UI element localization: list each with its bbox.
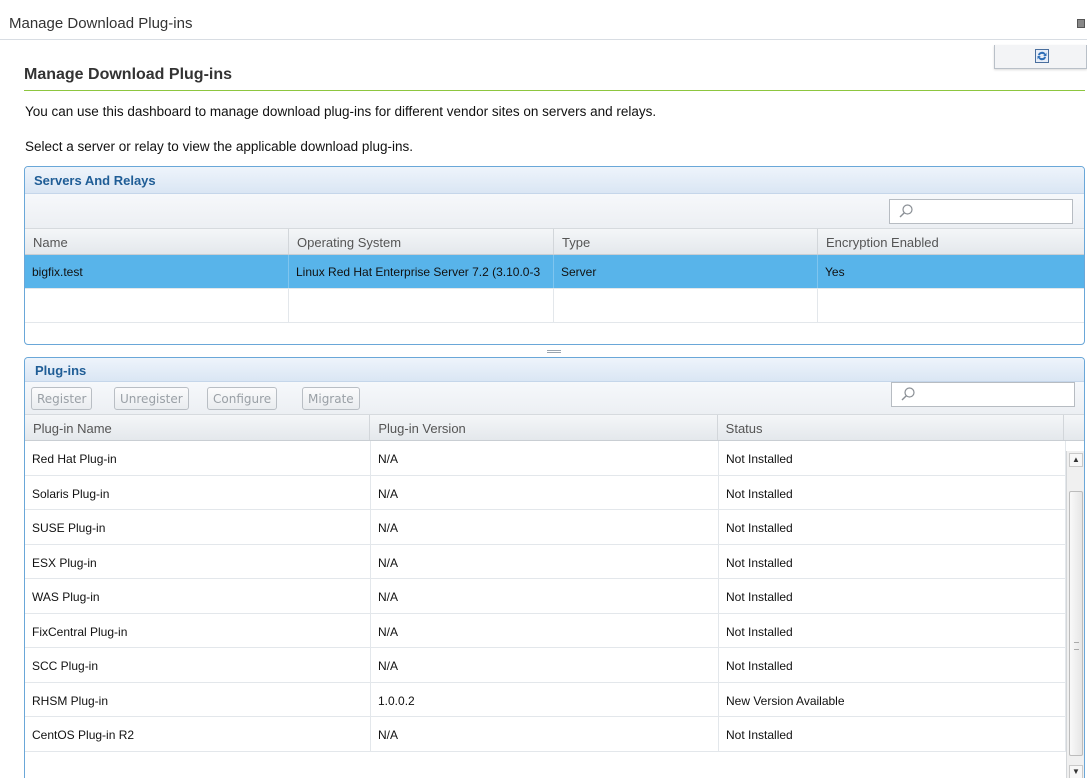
table-row[interactable]: CentOS Plug-in R2 N/A Not Installed <box>25 717 1084 752</box>
server-encryption-cell: Yes <box>825 265 845 279</box>
table-row[interactable]: SUSE Plug-in N/A Not Installed <box>25 510 1084 545</box>
splitter-grip-icon <box>547 350 561 353</box>
empty-cell <box>25 289 289 322</box>
plugin-name-cell: FixCentral Plug-in <box>25 613 371 647</box>
plugins-panel-title: Plug-ins <box>25 358 1084 382</box>
plugin-name-cell: Red Hat Plug-in <box>25 441 371 475</box>
plugin-status-cell: Not Installed <box>719 544 1066 578</box>
plugin-status-cell: Not Installed <box>719 613 1066 647</box>
column-header-operating-system[interactable]: Operating System <box>289 229 554 254</box>
plugin-version-cell: N/A <box>371 579 719 613</box>
search-icon <box>901 387 915 401</box>
window-title: Manage Download Plug-ins <box>9 15 193 32</box>
scrollbar-thumb[interactable] <box>1069 491 1083 756</box>
page-title: Manage Download Plug-ins <box>24 66 233 83</box>
plugin-name-cell: SCC Plug-in <box>25 648 371 682</box>
scroll-up-icon[interactable]: ▲ <box>1069 453 1083 467</box>
column-header-name[interactable]: Name <box>25 229 289 254</box>
plugin-name-cell: Solaris Plug-in <box>25 475 371 509</box>
register-button[interactable]: Register <box>31 387 93 410</box>
server-name-cell: bigfix.test <box>25 255 289 288</box>
panel-splitter[interactable] <box>24 346 1085 357</box>
page-description: You can use this dashboard to manage dow… <box>25 104 657 119</box>
plugin-version-cell: N/A <box>371 441 719 475</box>
plugin-version-cell: N/A <box>371 648 719 682</box>
plugin-version-cell: N/A <box>371 717 719 751</box>
plugin-version-cell: N/A <box>371 475 719 509</box>
table-row[interactable]: FixCentral Plug-in N/A Not Installed <box>25 613 1084 648</box>
page-instruction: Select a server or relay to view the app… <box>25 139 413 154</box>
plugin-version-cell: 1.0.0.2 <box>371 682 719 716</box>
plugins-grid-header: Plug-in Name Plug-in Version Status <box>25 414 1084 441</box>
empty-cell <box>818 289 1084 322</box>
plugin-status-cell: Not Installed <box>719 510 1066 544</box>
grip-icon <box>1074 642 1079 650</box>
plugin-status-cell: Not Installed <box>719 717 1066 751</box>
plugins-search-input[interactable] <box>922 386 1067 403</box>
plugin-status-cell: Not Installed <box>719 475 1066 509</box>
servers-search-input[interactable] <box>920 203 1065 220</box>
migrate-button[interactable]: Migrate <box>302 387 360 410</box>
table-row[interactable]: Red Hat Plug-in N/A Not Installed <box>25 441 1084 476</box>
plugins-search-box[interactable] <box>891 382 1075 407</box>
plugin-status-cell: Not Installed <box>719 579 1066 613</box>
column-header-encryption-enabled[interactable]: Encryption Enabled <box>818 229 1084 254</box>
window-title-bar: Manage Download Plug-ins <box>0 0 1087 40</box>
table-row[interactable]: bigfix.test Linux Red Hat Enterprise Ser… <box>25 255 1084 289</box>
column-header-spacer <box>1064 415 1084 440</box>
plugins-toolbar: Register Unregister Configure Migrate <box>25 382 1084 414</box>
servers-grid-header: Name Operating System Type Encryption En… <box>25 228 1084 255</box>
plugins-grid-body: Red Hat Plug-in N/A Not Installed Solari… <box>25 441 1084 752</box>
refresh-button[interactable] <box>994 45 1087 69</box>
plugins-panel: Plug-ins Register Unregister Configure M… <box>24 357 1085 778</box>
search-icon <box>899 204 913 218</box>
plugin-name-cell: SUSE Plug-in <box>25 510 371 544</box>
plugin-name-cell: CentOS Plug-in R2 <box>25 717 371 751</box>
unregister-button[interactable]: Unregister <box>114 387 189 410</box>
plugin-name-cell: RHSM Plug-in <box>25 682 371 716</box>
plugin-status-cell: Not Installed <box>719 441 1066 475</box>
table-row[interactable]: SCC Plug-in N/A Not Installed <box>25 648 1084 683</box>
servers-panel: Servers And Relays Name Operating System… <box>24 166 1085 345</box>
plugin-name-cell: WAS Plug-in <box>25 579 371 613</box>
plugin-version-cell: N/A <box>371 510 719 544</box>
window-control-icon[interactable] <box>1077 19 1085 28</box>
column-header-plugin-version[interactable]: Plug-in Version <box>370 415 718 440</box>
table-row[interactable]: WAS Plug-in N/A Not Installed <box>25 579 1084 614</box>
column-header-type[interactable]: Type <box>554 229 818 254</box>
plugins-scrollbar[interactable]: ▲ ▼ <box>1066 451 1084 778</box>
refresh-icon <box>1035 49 1049 63</box>
heading-divider <box>24 90 1085 91</box>
table-row[interactable]: ESX Plug-in N/A Not Installed <box>25 544 1084 579</box>
configure-button[interactable]: Configure <box>207 387 278 410</box>
plugin-version-cell: N/A <box>371 544 719 578</box>
plugin-status-cell: New Version Available <box>719 682 1066 716</box>
table-row[interactable]: Solaris Plug-in N/A Not Installed <box>25 475 1084 510</box>
servers-toolbar <box>25 194 1084 228</box>
empty-cell <box>554 289 818 322</box>
servers-search-box[interactable] <box>889 199 1073 224</box>
server-type-cell: Server <box>554 255 818 288</box>
plugin-version-cell: N/A <box>371 613 719 647</box>
empty-cell <box>289 289 554 322</box>
plugin-name-cell: ESX Plug-in <box>25 544 371 578</box>
column-header-plugin-name[interactable]: Plug-in Name <box>25 415 371 440</box>
column-header-status[interactable]: Status <box>718 415 1065 440</box>
server-os-cell: Linux Red Hat Enterprise Server 7.2 (3.1… <box>289 255 554 288</box>
table-row[interactable]: RHSM Plug-in 1.0.0.2 New Version Availab… <box>25 682 1084 717</box>
scroll-down-icon[interactable]: ▼ <box>1069 765 1083 778</box>
servers-panel-title: Servers And Relays <box>25 167 1084 194</box>
empty-row <box>25 289 1084 323</box>
plugin-status-cell: Not Installed <box>719 648 1066 682</box>
